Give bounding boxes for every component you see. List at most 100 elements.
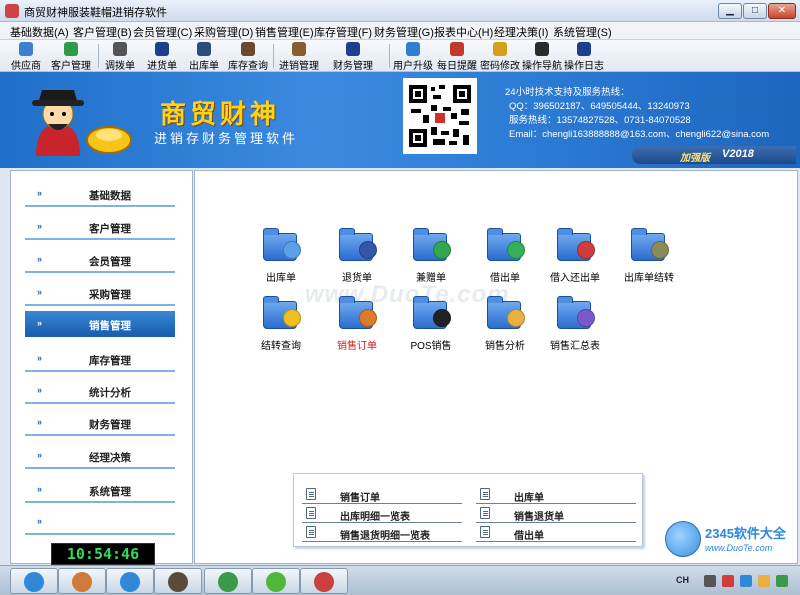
sidebar-item-purchase[interactable]: » 采购管理 (25, 280, 175, 306)
toolbar-upgrade-button[interactable]: 用户升级 (393, 41, 433, 72)
support-email: Email：chengli163888888@163.com、chengli62… (509, 129, 770, 140)
inventory-icon (241, 42, 255, 56)
quick-link-sales-return[interactable]: 销售退货单 (476, 505, 636, 523)
toolbar-trade-button[interactable]: 进销管理 (276, 41, 322, 72)
minimize-button[interactable]: ▁ (718, 3, 742, 19)
sidebar-item-decision[interactable]: » 经理决策 (25, 443, 175, 469)
quick-link-lend[interactable]: 借出单 (476, 524, 636, 542)
digital-clock: 10:54:46 (51, 543, 155, 565)
brand-name: 商贸财神 (160, 100, 281, 130)
sidebar-item-statistics[interactable]: » 统计分析 (25, 378, 175, 404)
sidebar-item-basic-data[interactable]: » 基础数据 (25, 181, 175, 207)
tray-network-icon[interactable] (740, 575, 752, 587)
qq-numbers: QQ：396502187、649505444、13240973 (509, 101, 690, 112)
toolbar-reminder-button[interactable]: 每日提醒 (436, 41, 478, 72)
sidebar-item-inventory[interactable]: » 库存管理 (25, 346, 175, 372)
feature-pos[interactable]: POS销售 (391, 293, 471, 355)
sidebar-item-finance[interactable]: » 财务管理 (25, 410, 175, 436)
menu-finance[interactable]: 财务管理(G) (374, 24, 434, 40)
taskbar-search-app[interactable] (10, 568, 58, 594)
sidebar-item-system[interactable]: » 系统管理 (25, 477, 175, 503)
feature-carryover-query[interactable]: 结转查询 (241, 293, 321, 355)
toolbar-customer-button[interactable]: 客户管理 (48, 41, 94, 72)
sidebar-item-member[interactable]: » 会员管理 (25, 247, 175, 273)
taskbar-users-app[interactable] (58, 568, 106, 594)
toolbar-supplier-button[interactable]: 供应商 (6, 41, 46, 72)
taskbar-cube-app[interactable] (300, 568, 348, 594)
edition-label: 加强版 (680, 153, 710, 164)
brand-subtitle: 进销存财务管理软件 (154, 131, 299, 146)
sales-order-icon (337, 293, 377, 333)
pen-app-icon (218, 572, 238, 592)
document-icon (480, 526, 490, 538)
supplier-icon (19, 42, 33, 56)
navigation-icon (535, 42, 549, 56)
input-method-indicator[interactable]: CH (676, 575, 689, 585)
toolbar-transfer-button[interactable]: 调拨单 (102, 41, 138, 72)
menu-member[interactable]: 会员管理(C) (133, 24, 192, 40)
log-icon (577, 42, 591, 56)
feature-outbound[interactable]: 出库单 (241, 225, 321, 287)
sidebar-item-sales[interactable]: » 销售管理 (25, 311, 175, 337)
document-icon (306, 526, 316, 538)
quick-link-outbound-detail[interactable]: 出库明细一览表 (302, 505, 462, 523)
app-icon (5, 4, 19, 18)
feature-sales-analysis[interactable]: 销售分析 (465, 293, 545, 355)
double-arrow-icon: » (37, 484, 42, 494)
feature-lend[interactable]: 借出单 (465, 225, 545, 287)
toolbar-inventory-button[interactable]: 库存查询 (226, 41, 270, 72)
toolbar-outbound-button[interactable]: 出库单 (186, 41, 222, 72)
tray-update-icon[interactable] (776, 575, 788, 587)
menu-bar: 基础数据(A) 客户管理(B) 会员管理(C) 采购管理(D) 销售管理(E) … (0, 22, 800, 40)
sales-summary-icon (555, 293, 595, 333)
tray-shield-icon[interactable] (722, 575, 734, 587)
taskbar-browser-app[interactable] (252, 568, 300, 594)
menu-purchase[interactable]: 采购管理(D) (194, 24, 253, 40)
password-icon (493, 42, 507, 56)
taskbar-pen-app[interactable] (204, 568, 252, 594)
feature-sales-order[interactable]: 销售订单 (317, 293, 397, 355)
tray-keyboard-icon[interactable] (704, 575, 716, 587)
feature-carryover[interactable]: 出库单结转 (609, 225, 689, 287)
window-title: 商贸财神服装鞋帽进销存软件 (24, 7, 167, 19)
maximize-button[interactable]: □ (743, 3, 767, 19)
system-tray: CH (660, 570, 796, 592)
feature-gift[interactable]: 兼赠单 (391, 225, 471, 287)
toolbar-finance-button[interactable]: 财务管理 (330, 41, 376, 72)
menu-sales[interactable]: 销售管理(E) (255, 24, 314, 40)
quick-link-outbound[interactable]: 出库单 (476, 486, 636, 504)
menu-customer[interactable]: 客户管理(B) (73, 24, 132, 40)
pos-icon (411, 293, 451, 333)
toolbar-purchase-button[interactable]: 进货单 (144, 41, 180, 72)
browser-icon (266, 572, 286, 592)
feature-borrow-return[interactable]: 借入还出单 (535, 225, 615, 287)
finance-icon (346, 42, 360, 56)
version-label: V2018 (722, 148, 754, 160)
sidebar-item-customer[interactable]: » 客户管理 (25, 214, 175, 240)
borrow-return-icon (555, 225, 595, 265)
feature-return[interactable]: 退货单 (317, 225, 397, 287)
double-arrow-icon: » (37, 385, 42, 395)
toolbar-log-button[interactable]: 操作日志 (563, 41, 605, 72)
document-icon (480, 507, 490, 519)
sidebar-item-empty[interactable]: » (25, 509, 175, 535)
toolbar-separator (389, 44, 390, 68)
lend-doc-icon (485, 225, 525, 265)
quick-link-sales-order[interactable]: 销售订单 (302, 486, 462, 504)
double-arrow-icon: » (37, 353, 42, 363)
menu-reports[interactable]: 报表中心(H) (434, 24, 493, 40)
menu-inventory[interactable]: 库存管理(F) (314, 24, 372, 40)
taskbar-eye-app[interactable] (154, 568, 202, 594)
menu-system[interactable]: 系统管理(S) (553, 24, 612, 40)
menu-basic-data[interactable]: 基础数据(A) (10, 24, 69, 40)
toolbar-password-button[interactable]: 密码修改 (479, 41, 521, 72)
toolbar-navigation-button[interactable]: 操作导航 (521, 41, 563, 72)
close-button[interactable]: ✕ (768, 3, 796, 19)
tray-sound-icon[interactable] (758, 575, 770, 587)
feature-sales-summary[interactable]: 销售汇总表 (535, 293, 615, 355)
menu-decision[interactable]: 经理决策(I) (494, 24, 548, 40)
document-icon (306, 507, 316, 519)
taskbar-ie-app[interactable] (106, 568, 154, 594)
toolbar: 供应商 客户管理 调拨单 进货单 出库单 库存查询 进销管理 财务管理 用户升级… (0, 40, 800, 72)
quick-link-sales-return-detail[interactable]: 销售退货明细一览表 (302, 524, 462, 542)
